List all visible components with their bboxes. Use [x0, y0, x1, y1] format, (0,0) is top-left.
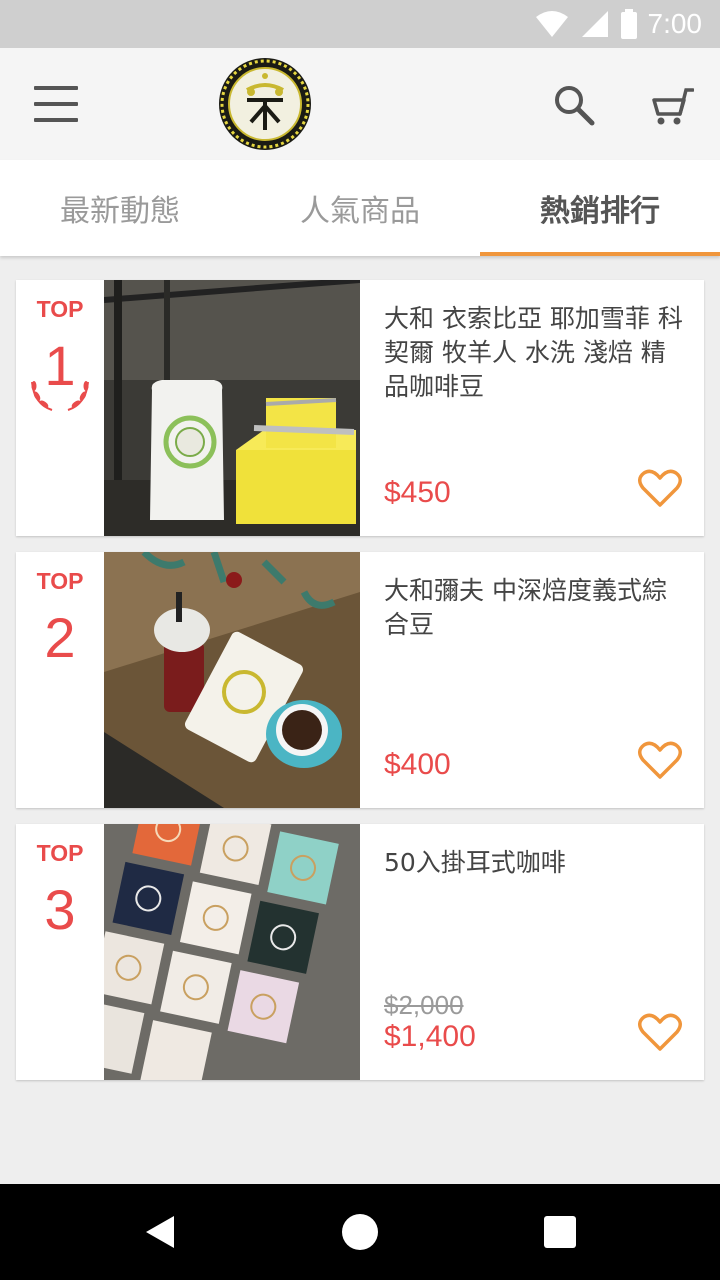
- product-title: 大和彌夫 中深焙度義式綜合豆: [384, 576, 667, 639]
- product-card[interactable]: TOP 3 50入掛耳式咖啡 $2,000 $1,400: [16, 824, 704, 1080]
- product-title: 50入掛耳式咖啡: [384, 848, 566, 877]
- tab-latest-news[interactable]: 最新動態: [0, 160, 240, 256]
- product-price: $1,400: [384, 1020, 476, 1053]
- laurel-icon: [31, 381, 89, 411]
- product-price: $400: [384, 748, 451, 781]
- rank-number: 2: [44, 606, 76, 669]
- product-price: $450: [384, 476, 451, 509]
- rank-badge: TOP 2: [16, 552, 104, 808]
- wifi-icon: [535, 11, 568, 37]
- home-icon[interactable]: [342, 1214, 378, 1250]
- shopping-cart-icon[interactable]: [650, 84, 694, 126]
- menu-line: [34, 86, 78, 90]
- menu-line: [34, 118, 78, 122]
- search-icon[interactable]: [553, 84, 595, 126]
- system-nav-bar: [0, 1184, 720, 1280]
- recent-apps-icon[interactable]: [544, 1216, 576, 1248]
- rank-badge: TOP 3: [16, 824, 104, 1080]
- favorite-heart-icon[interactable]: [638, 468, 682, 508]
- rank-label: TOP: [36, 568, 84, 594]
- product-image: [104, 280, 360, 536]
- clock-time: 7:00: [647, 8, 703, 39]
- status-bar: 7:00: [0, 0, 720, 48]
- product-info: 50入掛耳式咖啡: [384, 846, 684, 880]
- product-card[interactable]: TOP 2 大和彌夫 中深焙度義式綜合豆 $400: [16, 552, 704, 808]
- rank-badge: TOP 1: [16, 280, 104, 536]
- favorite-heart-icon[interactable]: [638, 740, 682, 780]
- product-info: 大和 衣索比亞 耶加雪菲 科契爾 牧羊人 水洗 淺焙 精品咖啡豆: [384, 302, 684, 404]
- rank-label: TOP: [36, 296, 84, 322]
- product-card[interactable]: TOP 1 大和 衣索比亞 耶加雪菲 科契爾 牧羊人 水洗 淺焙 精品咖啡豆 $…: [16, 280, 704, 536]
- menu-button[interactable]: [34, 86, 78, 122]
- original-price: $2,000: [384, 990, 464, 1020]
- tab-bar: 最新動態 人氣商品 熱銷排行: [0, 160, 720, 256]
- rank-label: TOP: [36, 840, 84, 866]
- product-info: 大和彌夫 中深焙度義式綜合豆: [384, 574, 684, 642]
- battery-icon: [620, 9, 637, 39]
- product-title: 大和 衣索比亞 耶加雪菲 科契爾 牧羊人 水洗 淺焙 精品咖啡豆: [384, 304, 683, 401]
- brand-logo[interactable]: [217, 56, 313, 152]
- back-icon[interactable]: [142, 1214, 178, 1250]
- tab-popular-products[interactable]: 人氣商品: [240, 160, 480, 256]
- product-list: TOP 1 大和 衣索比亞 耶加雪菲 科契爾 牧羊人 水洗 淺焙 精品咖啡豆 $…: [16, 280, 704, 1096]
- product-image: [104, 552, 360, 808]
- product-image: [104, 824, 360, 1080]
- menu-line: [34, 102, 78, 106]
- favorite-heart-icon[interactable]: [638, 1012, 682, 1052]
- app-bar: [0, 48, 720, 160]
- cell-signal-icon: [581, 11, 608, 37]
- rank-number: 3: [44, 878, 76, 941]
- tab-best-sellers[interactable]: 熱銷排行: [480, 160, 720, 256]
